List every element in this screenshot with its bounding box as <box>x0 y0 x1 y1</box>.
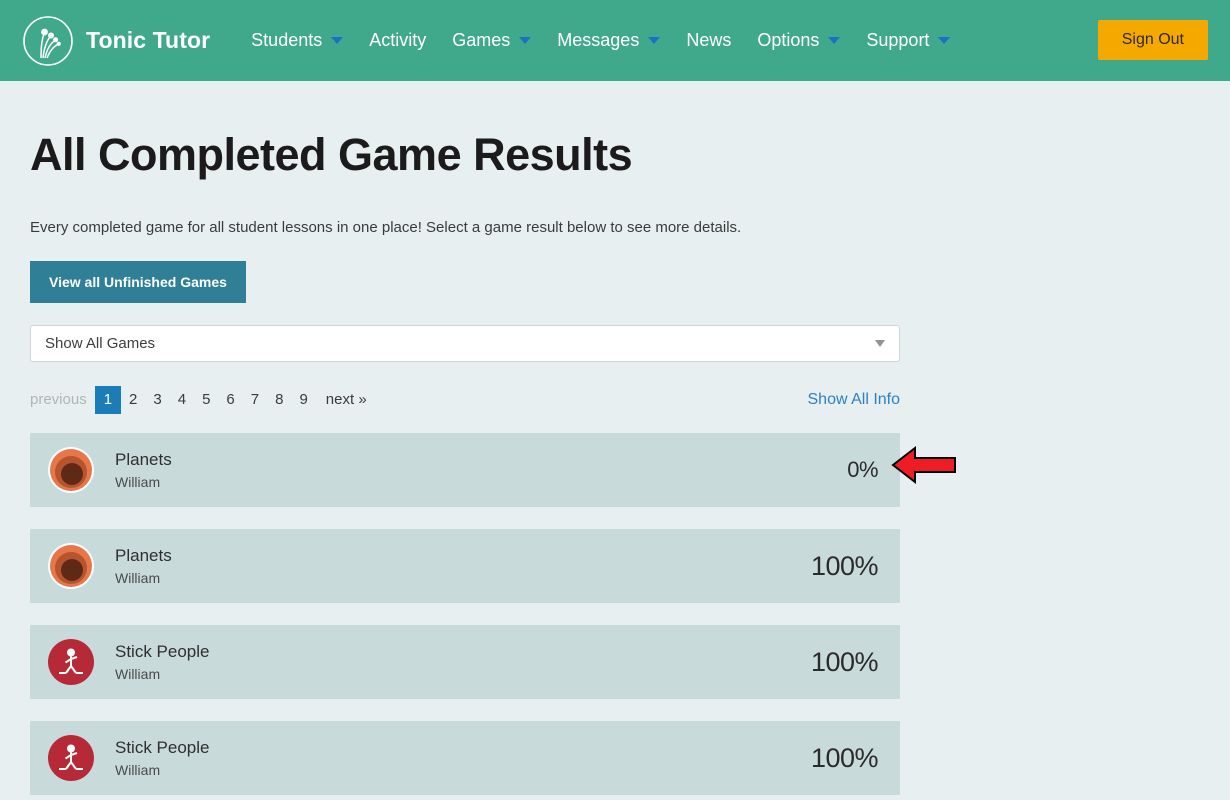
pagination-page-4[interactable]: 4 <box>170 387 194 413</box>
nav-item-label: Options <box>757 30 819 51</box>
row-game-name: Stick People <box>115 640 210 663</box>
pagination-row: previous 1 2 3 4 5 6 7 8 9 next » Show A… <box>30 386 900 414</box>
nav-item-label: Support <box>866 30 929 51</box>
row-text: Stick People William <box>115 736 210 781</box>
row-text: Stick People William <box>115 640 210 685</box>
chevron-down-icon <box>331 37 343 44</box>
pagination-page-6[interactable]: 6 <box>218 387 242 413</box>
table-row[interactable]: Planets William 100% <box>30 529 900 603</box>
nav-links: Students Activity Games Messages News Op… <box>238 20 963 62</box>
nav-item-label: Students <box>251 30 322 51</box>
game-filter-value: Show All Games <box>45 335 155 352</box>
row-score: 0% <box>847 457 878 483</box>
table-row[interactable]: Planets William 0% <box>30 433 900 507</box>
nav-item-label: Messages <box>557 30 639 51</box>
nav-item-options[interactable]: Options <box>744 20 853 62</box>
brand-block[interactable]: Tonic Tutor <box>22 15 210 67</box>
chevron-down-icon <box>938 37 950 44</box>
show-all-info-link[interactable]: Show All Info <box>808 391 901 409</box>
table-row[interactable]: Stick People William 100% <box>30 625 900 699</box>
tonic-tutor-logo-icon <box>22 15 74 67</box>
main-content: All Completed Game Results Every complet… <box>0 129 1230 795</box>
row-game-name: Planets <box>115 448 172 471</box>
pagination-previous: previous <box>30 387 95 413</box>
sign-out-button[interactable]: Sign Out <box>1098 20 1208 60</box>
nav-item-games[interactable]: Games <box>439 20 544 62</box>
nav-item-label: Games <box>452 30 510 51</box>
page-description: Every completed game for all student les… <box>30 219 1200 236</box>
row-student-name: William <box>115 664 210 685</box>
results-list: Planets William 0% Planets William 100% <box>30 433 1200 795</box>
nav-item-support[interactable]: Support <box>853 20 963 62</box>
planets-icon <box>48 447 94 493</box>
page-title: All Completed Game Results <box>30 129 1200 181</box>
row-text: Planets William <box>115 544 172 589</box>
top-navigation-bar: Tonic Tutor Students Activity Games Mess… <box>0 0 1230 81</box>
planets-icon <box>48 543 94 589</box>
view-unfinished-games-button[interactable]: View all Unfinished Games <box>30 261 246 303</box>
chevron-down-icon <box>648 37 660 44</box>
nav-item-students[interactable]: Students <box>238 20 356 62</box>
row-game-name: Planets <box>115 544 172 567</box>
row-score: 100% <box>811 551 878 582</box>
chevron-down-icon <box>875 340 885 347</box>
nav-item-label: Activity <box>369 30 426 51</box>
row-game-name: Stick People <box>115 736 210 759</box>
brand-name: Tonic Tutor <box>86 27 210 54</box>
row-student-name: William <box>115 760 210 781</box>
pagination-page-2[interactable]: 2 <box>121 387 145 413</box>
table-row[interactable]: Stick People William 100% <box>30 721 900 795</box>
stick-people-icon <box>48 735 94 781</box>
chevron-down-icon <box>828 37 840 44</box>
pagination-page-9[interactable]: 9 <box>291 387 315 413</box>
row-score: 100% <box>811 647 878 678</box>
row-student-name: William <box>115 568 172 589</box>
pagination-page-3[interactable]: 3 <box>145 387 169 413</box>
chevron-down-icon <box>519 37 531 44</box>
nav-item-messages[interactable]: Messages <box>544 20 673 62</box>
pagination-next[interactable]: next » <box>316 387 375 413</box>
nav-item-activity[interactable]: Activity <box>356 20 439 62</box>
pagination-page-8[interactable]: 8 <box>267 387 291 413</box>
nav-item-news[interactable]: News <box>673 20 744 62</box>
row-score: 100% <box>811 743 878 774</box>
pagination-page-5[interactable]: 5 <box>194 387 218 413</box>
nav-item-label: News <box>686 30 731 51</box>
stick-people-icon <box>48 639 94 685</box>
row-text: Planets William <box>115 448 172 493</box>
pagination: previous 1 2 3 4 5 6 7 8 9 next » <box>30 386 375 414</box>
game-filter-select[interactable]: Show All Games <box>30 325 900 362</box>
pagination-page-1[interactable]: 1 <box>95 386 121 414</box>
row-student-name: William <box>115 472 172 493</box>
pagination-page-7[interactable]: 7 <box>243 387 267 413</box>
